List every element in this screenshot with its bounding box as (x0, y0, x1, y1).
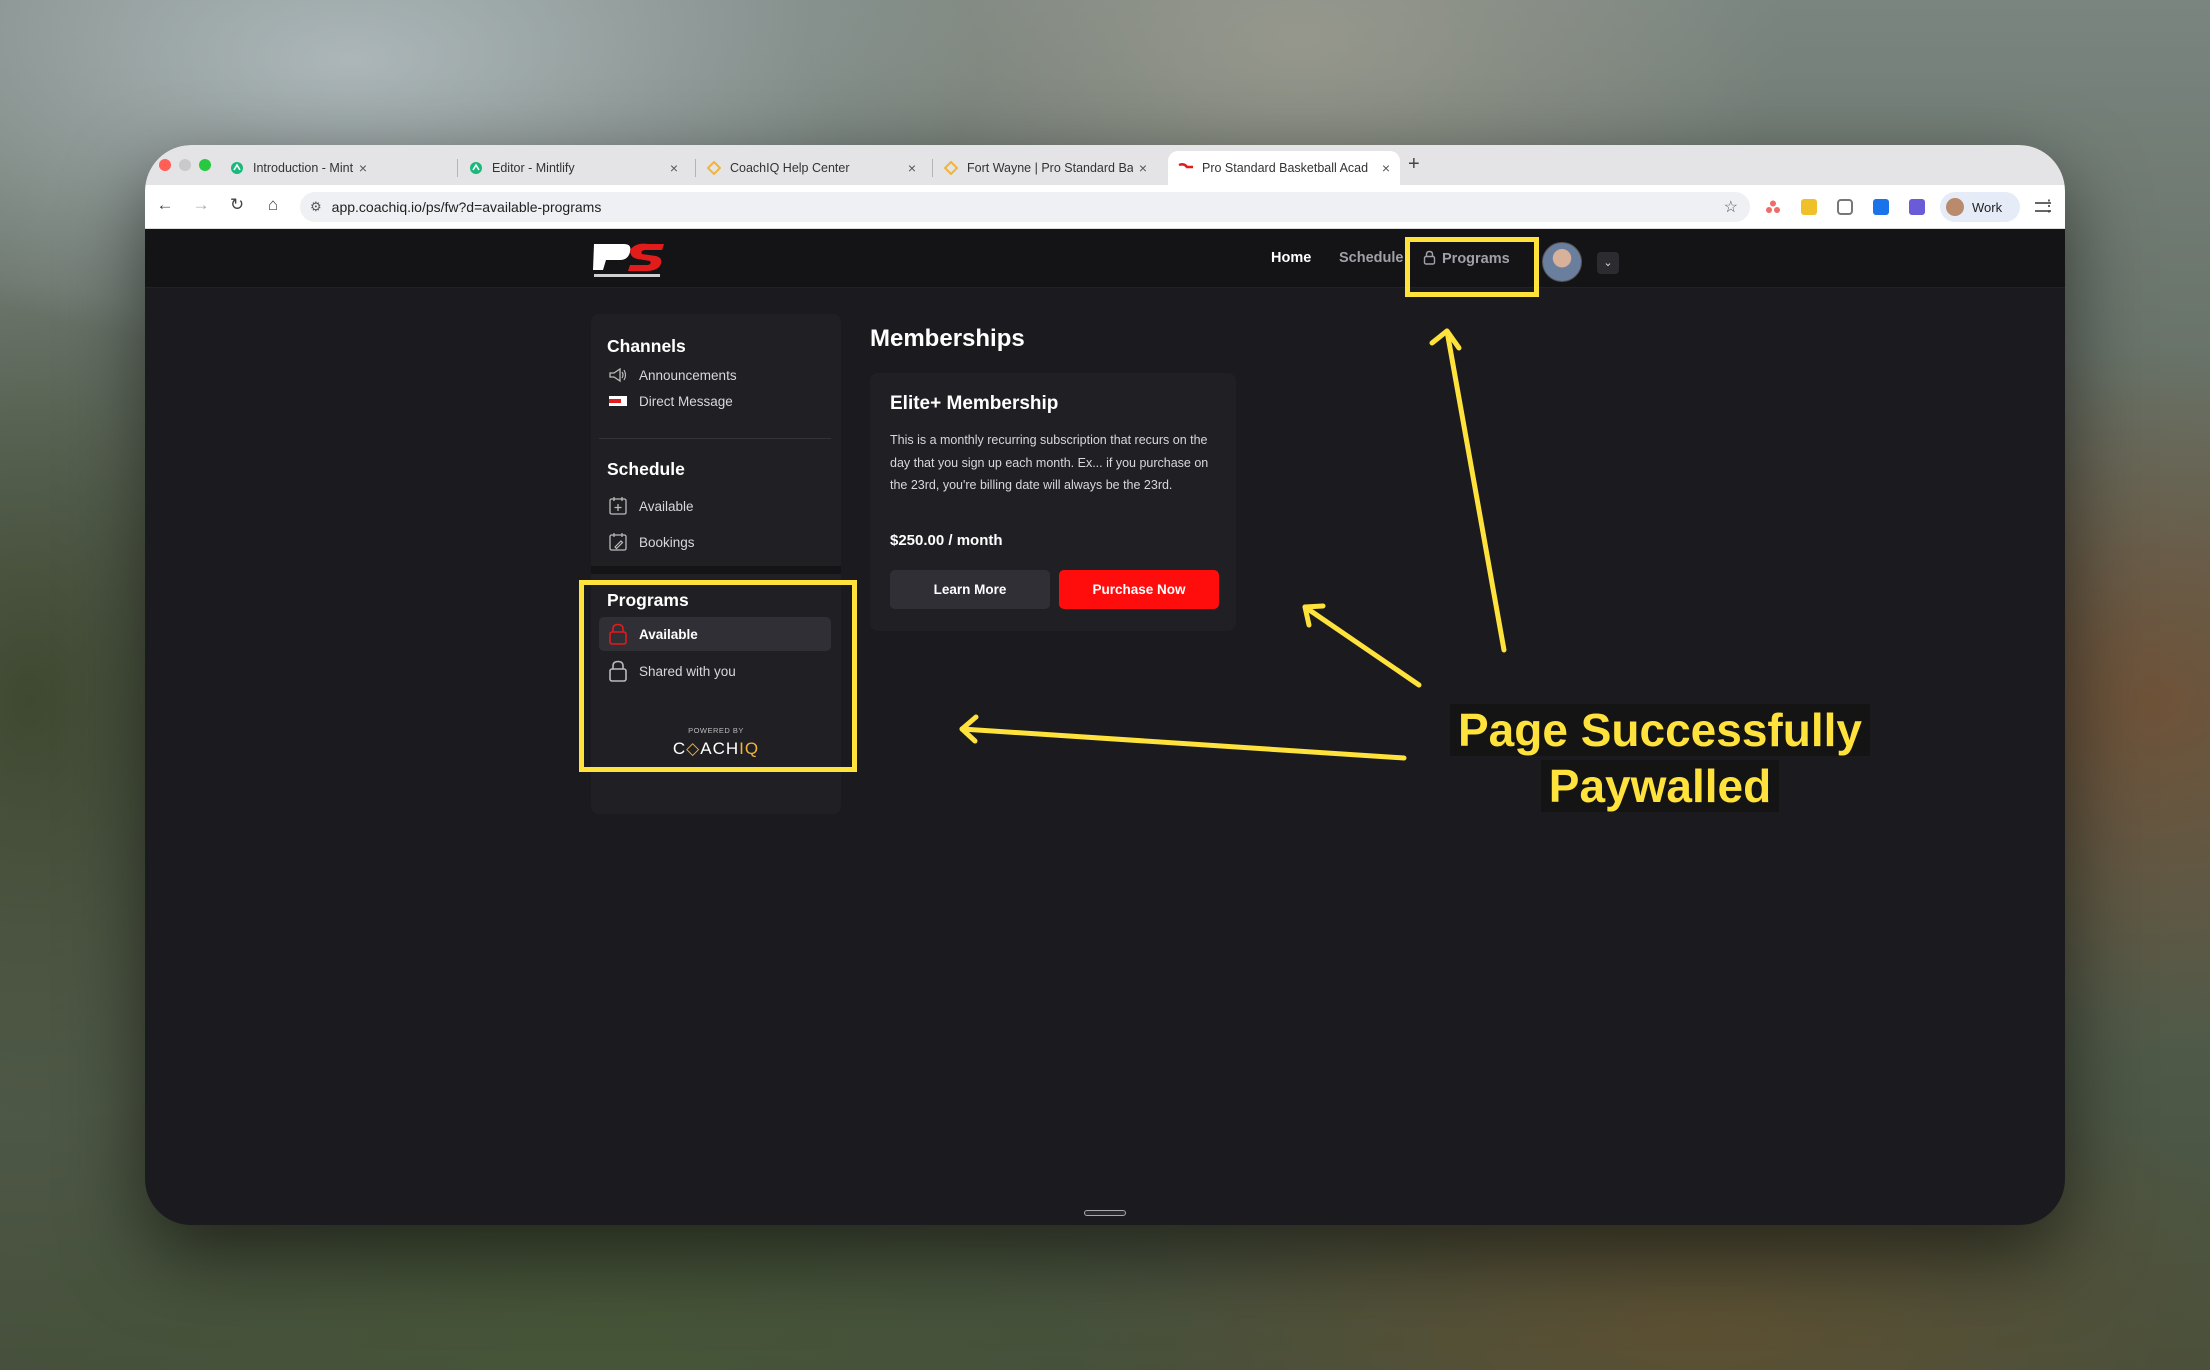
annotation-line-1: Page Successfully (1450, 704, 1870, 756)
annotation-caption: Page Successfully Paywalled (1445, 702, 1875, 814)
annotation-line-2: Paywalled (1540, 760, 1780, 812)
annotation-arrows (959, 328, 1507, 761)
